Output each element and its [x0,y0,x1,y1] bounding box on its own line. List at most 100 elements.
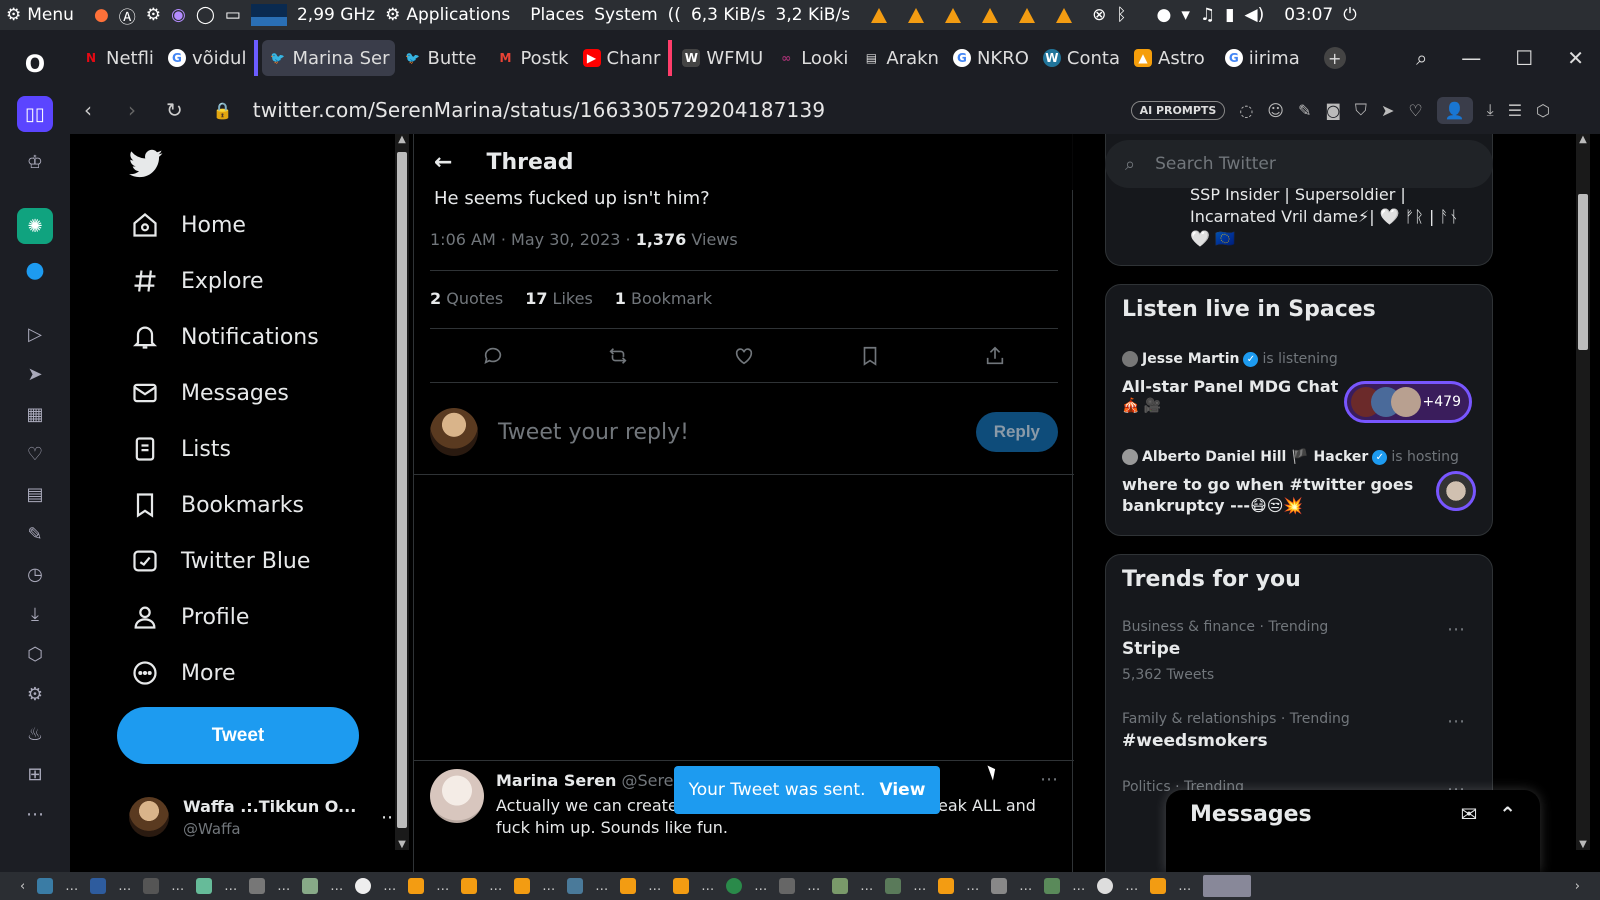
scroll-down-arrow[interactable]: ▼ [395,839,409,850]
heart-icon[interactable]: ♡ [1408,101,1422,120]
like-icon[interactable] [733,345,755,367]
page-scrollbar-left[interactable]: ▲ ▼ [395,134,409,850]
expand-icon[interactable]: ⌃ [1499,802,1516,826]
tab-4[interactable]: M Postk [490,40,574,76]
applications-menu[interactable]: ⚙ Applications [385,5,520,25]
extension-icon[interactable]: ⊞ [17,756,53,792]
profile-icon[interactable]: 👤 [1436,96,1473,124]
bookmark-icon[interactable] [859,345,881,367]
bluetooth-icon[interactable]: ᛒ [1116,5,1126,25]
quotes-link[interactable]: 2 Quotes [430,289,503,308]
vpn-icon[interactable]: ◉ [171,5,186,25]
likes-link[interactable]: 17 Likes [525,289,593,308]
back-icon[interactable]: ‹ [84,98,92,122]
reply-author-name[interactable]: Marina Seren [496,771,616,790]
taskbar-app-icon[interactable] [355,878,372,894]
player-icon[interactable]: ▷ [17,316,53,352]
scroll-up-arrow[interactable]: ▲ [395,134,409,145]
vlc-icon[interactable] [1019,7,1036,23]
close-button[interactable]: ✕ [1567,46,1584,70]
opera-taskbar-icon[interactable] [1097,878,1114,894]
taskbar-app-icon[interactable] [1044,878,1061,894]
easy-setup-icon[interactable]: ☰ [1508,101,1522,120]
emoji-icon[interactable]: ☺ [1267,101,1284,120]
new-message-icon[interactable]: ✉ [1460,802,1477,826]
taskbar-app-icon[interactable] [885,878,902,894]
trend-item[interactable]: Business & finance · Trending Stripe 5,3… [1122,619,1478,683]
search-tabs-icon[interactable]: ⌕ [1416,46,1427,70]
nav-profile[interactable]: Profile [115,589,415,645]
menu-button[interactable]: ⚙ Menu [6,5,84,25]
reply-more-icon[interactable]: ⋯ [1040,769,1058,790]
tab-12[interactable]: Giirima [1219,40,1306,76]
xbox-icon[interactable]: ⊗ [1092,5,1106,25]
heart-icon[interactable]: ♡ [17,436,53,472]
taskbar-app-icon[interactable] [991,878,1008,894]
cube-icon[interactable]: ⬡ [1536,101,1550,120]
maximize-button[interactable]: ☐ [1515,46,1533,70]
account-switcher[interactable]: Waffa .:.Tikkun O... @Waffa ⋯ [129,782,399,852]
system-menu[interactable]: System [594,5,657,25]
taskbar-app-icon[interactable] [832,878,849,894]
nav-lists[interactable]: Lists [115,421,415,477]
scroll-down-arrow[interactable]: ▼ [1576,839,1590,850]
download-icon[interactable]: ⤓ [17,596,53,632]
vlc-icon[interactable] [982,7,999,23]
nav-twitter-blue[interactable]: Twitter Blue [115,533,415,589]
my-flow-icon[interactable]: ▯▯ [17,96,53,132]
space-item[interactable]: Jesse Martin ✓ is listening All-star Panel… [1122,351,1478,423]
chatgpt-icon[interactable]: ✺ [17,208,53,244]
taskbar-app-icon[interactable] [143,878,160,894]
taskbar-left-arrow[interactable]: ‹ [20,879,25,894]
taskbar-app-icon[interactable] [90,878,107,894]
download-icon[interactable]: ⤓ [1487,100,1494,120]
bulb-icon[interactable]: ♨ [17,716,53,752]
tab-5[interactable]: ▶ Chanr [577,40,667,76]
camera-icon[interactable]: ◙ [1325,101,1341,120]
nav-messages[interactable]: Messages [115,365,415,421]
tab-1[interactable]: Gvõidul [162,40,253,76]
vlc-taskbar-icon[interactable] [461,878,478,894]
terminal-icon[interactable]: ▭ [225,5,241,25]
apps-icon[interactable]: ▦ [17,396,53,432]
settings-icon[interactable]: ⚙ [146,5,161,25]
twitter-sidebar-icon[interactable]: ● [17,252,53,288]
more-icon[interactable]: ⋯ [17,796,53,832]
taskbar-app-icon[interactable] [567,878,584,894]
vlc-icon[interactable] [945,7,962,23]
back-arrow-icon[interactable]: ← [434,150,452,175]
history-icon[interactable]: ◷ [17,556,53,592]
taskbar-app-icon[interactable] [196,878,213,894]
crown-icon[interactable]: ♔ [17,144,53,180]
reply-button[interactable]: Reply [975,412,1058,452]
twitter-logo-icon[interactable] [129,146,163,180]
opera-taskbar-active[interactable] [1203,875,1252,897]
tab-9[interactable]: G NKRO [947,40,1035,76]
trend-more-icon[interactable]: ⋯ [1447,619,1466,640]
scroll-up-arrow[interactable]: ▲ [1576,134,1590,145]
power-icon[interactable]: ⏻ [1343,5,1356,25]
page-scrollbar-right[interactable]: ▲ ▼ [1576,134,1590,850]
send-icon[interactable]: ➤ [17,356,53,392]
cube-icon[interactable]: ⬡ [17,636,53,672]
taskbar-app-icon[interactable] [302,878,319,894]
places-menu[interactable]: Places [530,5,584,25]
reply-icon[interactable] [482,345,504,367]
edit-icon[interactable]: ✎ [17,516,53,552]
volume-icon[interactable]: ◀) [1245,5,1265,25]
vlc-icon[interactable] [908,7,925,23]
url-field[interactable]: twitter.com/SerenMarina/status/166330572… [253,98,826,122]
launcher-icon[interactable]: Ⓐ [119,3,136,28]
space-item[interactable]: Alberto Daniel Hill 🏴 Hacker ✓ is hosting … [1122,449,1478,515]
share-icon[interactable] [984,345,1006,367]
tweet-time[interactable]: 1:06 AM · May 30, 2023 · [430,230,636,249]
new-tab-button[interactable]: + [1323,47,1346,69]
battery-icon[interactable]: ▮ [1225,5,1234,25]
tab-8[interactable]: ▤ Arakn [856,40,945,76]
nav-bookmarks[interactable]: Bookmarks [115,477,415,533]
space-listeners[interactable]: +479 [1344,381,1472,423]
send-icon[interactable]: ➤ [1381,101,1394,120]
vlc-icon[interactable] [871,7,888,23]
bookmarks-link[interactable]: 1 Bookmark [615,289,712,308]
tab-7[interactable]: ∞ Looki [771,40,854,76]
